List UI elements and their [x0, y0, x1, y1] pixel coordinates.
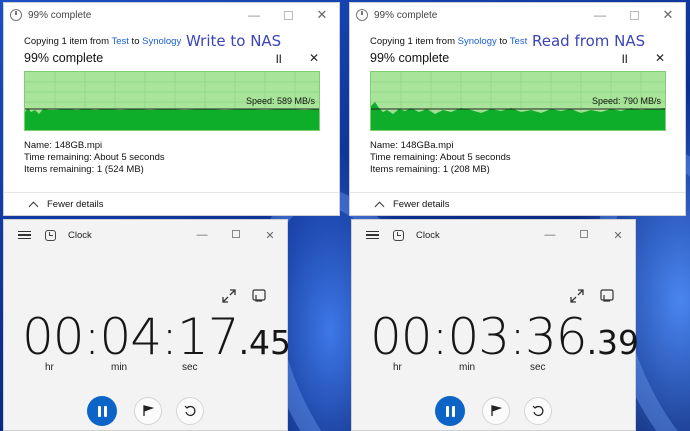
destination-link[interactable]: Synology [142, 36, 181, 47]
unit-sec: sec [530, 362, 546, 373]
unit-min: min [459, 362, 476, 373]
pause-stopwatch-button[interactable] [87, 396, 117, 426]
percent-heading: 99% complete [24, 51, 104, 65]
unit-sec: sec [182, 362, 198, 373]
progress-ring-icon [10, 9, 22, 21]
stopwatch-fraction: .45 [238, 323, 292, 362]
time-remaining-line: Time remaining: About 5 seconds [24, 152, 165, 163]
clock-window-read: Clock — ✕ 00:03:36.39 hr min sec [351, 219, 639, 431]
stopwatch-main: 00:03:36 [370, 308, 588, 366]
items-remaining-line: Items remaining: 1 (208 MB) [370, 164, 490, 175]
destination-link[interactable]: Test [510, 36, 527, 47]
speed-graph-area [25, 108, 319, 130]
reset-button[interactable] [176, 397, 204, 425]
close-button[interactable]: ✕ [601, 229, 635, 242]
copy-prefix: Copying 1 item from [24, 36, 112, 47]
minimize-button[interactable]: — [583, 3, 617, 27]
stopwatch-main: 00:04:17 [22, 308, 240, 366]
lap-button[interactable] [134, 397, 162, 425]
close-button[interactable]: ✕ [305, 3, 339, 27]
flag-icon [491, 405, 502, 416]
pause-copy-button[interactable]: | | [622, 53, 627, 63]
maximize-button[interactable] [567, 229, 601, 241]
unit-min: min [111, 362, 128, 373]
hamburger-menu-icon[interactable] [366, 228, 379, 242]
stopwatch-controls [352, 396, 635, 426]
reset-button[interactable] [524, 397, 552, 425]
expand-icon[interactable] [570, 289, 584, 303]
window-title: 99% complete [374, 9, 438, 21]
maximize-icon [283, 10, 293, 20]
maximize-button[interactable] [219, 229, 253, 241]
maximize-button[interactable] [271, 3, 305, 27]
chevron-up-icon [28, 201, 39, 212]
source-link[interactable]: Synology [458, 36, 497, 47]
compact-overlay-icon[interactable] [252, 289, 266, 303]
annotation-label: Read from NAS [532, 32, 646, 50]
chevron-up-icon [374, 201, 385, 212]
stopwatch-fraction: .39 [586, 323, 640, 362]
clock-app-icon [393, 229, 404, 241]
expand-icon[interactable] [222, 289, 236, 303]
hamburger-menu-icon[interactable] [18, 228, 31, 242]
reset-icon [532, 405, 544, 416]
stopwatch-display: 00:03:36.39 [352, 308, 639, 366]
minimize-button[interactable]: — [533, 229, 567, 241]
pause-copy-button[interactable]: | | [276, 53, 281, 63]
name-line: Name: 148GB.mpi [24, 140, 103, 151]
clock-title: Clock [68, 229, 92, 241]
compact-overlay-icon[interactable] [600, 289, 614, 303]
copy-description: Copying 1 item from Synology to Test [370, 36, 527, 47]
percent-heading: 99% complete [370, 51, 450, 65]
maximize-icon [232, 230, 240, 238]
stopwatch-display: 00:04:17.45 [4, 308, 291, 366]
unit-hr: hr [45, 362, 54, 373]
clock-titlebar: Clock — ✕ [4, 220, 287, 250]
transfer-speed-graph: Speed: 589 MB/s [24, 71, 320, 131]
maximize-icon [629, 10, 639, 20]
cancel-copy-button[interactable]: ✕ [655, 51, 665, 65]
unit-hr: hr [393, 362, 402, 373]
copy-description: Copying 1 item from Test to Synology [24, 36, 181, 47]
speed-graph-area [371, 102, 665, 130]
fewer-details-label: Fewer details [47, 199, 104, 210]
window-title: 99% complete [28, 9, 92, 21]
pause-stopwatch-button[interactable] [435, 396, 465, 426]
clock-app-icon [45, 229, 56, 241]
fewer-details-toggle[interactable]: Fewer details [350, 192, 685, 216]
clock-title: Clock [416, 229, 440, 241]
titlebar: 99% complete — ✕ [4, 3, 339, 27]
copy-dialog-read: 99% complete — ✕ Copying 1 item from Syn… [349, 2, 686, 216]
close-button[interactable]: ✕ [253, 229, 287, 242]
time-remaining-line: Time remaining: About 5 seconds [370, 152, 511, 163]
maximize-icon [580, 230, 588, 238]
clock-window-write: Clock — ✕ 00:04:17.45 hr min sec [3, 219, 291, 431]
copy-mid: to [128, 36, 143, 47]
maximize-button[interactable] [617, 3, 651, 27]
minimize-button[interactable]: — [185, 229, 219, 241]
titlebar: 99% complete — ✕ [350, 3, 685, 27]
reset-icon [184, 405, 196, 416]
lap-button[interactable] [482, 397, 510, 425]
fewer-details-toggle[interactable]: Fewer details [4, 192, 339, 216]
close-button[interactable]: ✕ [651, 3, 685, 27]
progress-ring-icon [356, 9, 368, 21]
speed-label: Speed: 790 MB/s [591, 96, 661, 106]
transfer-speed-graph: Speed: 790 MB/s [370, 71, 666, 131]
copy-prefix: Copying 1 item from [370, 36, 458, 47]
minimize-button[interactable]: — [237, 3, 271, 27]
fewer-details-label: Fewer details [393, 199, 450, 210]
name-line: Name: 148GBa.mpi [370, 140, 454, 151]
flag-icon [143, 405, 154, 416]
items-remaining-line: Items remaining: 1 (524 MB) [24, 164, 144, 175]
source-link[interactable]: Test [111, 36, 128, 47]
copy-dialog-write: 99% complete — ✕ Copying 1 item from Tes… [3, 2, 340, 216]
annotation-label: Write to NAS [186, 32, 282, 50]
copy-mid: to [496, 36, 510, 47]
clock-titlebar: Clock — ✕ [352, 220, 635, 250]
speed-label: Speed: 589 MB/s [245, 96, 315, 106]
cancel-copy-button[interactable]: ✕ [309, 51, 319, 65]
stopwatch-controls [4, 396, 287, 426]
